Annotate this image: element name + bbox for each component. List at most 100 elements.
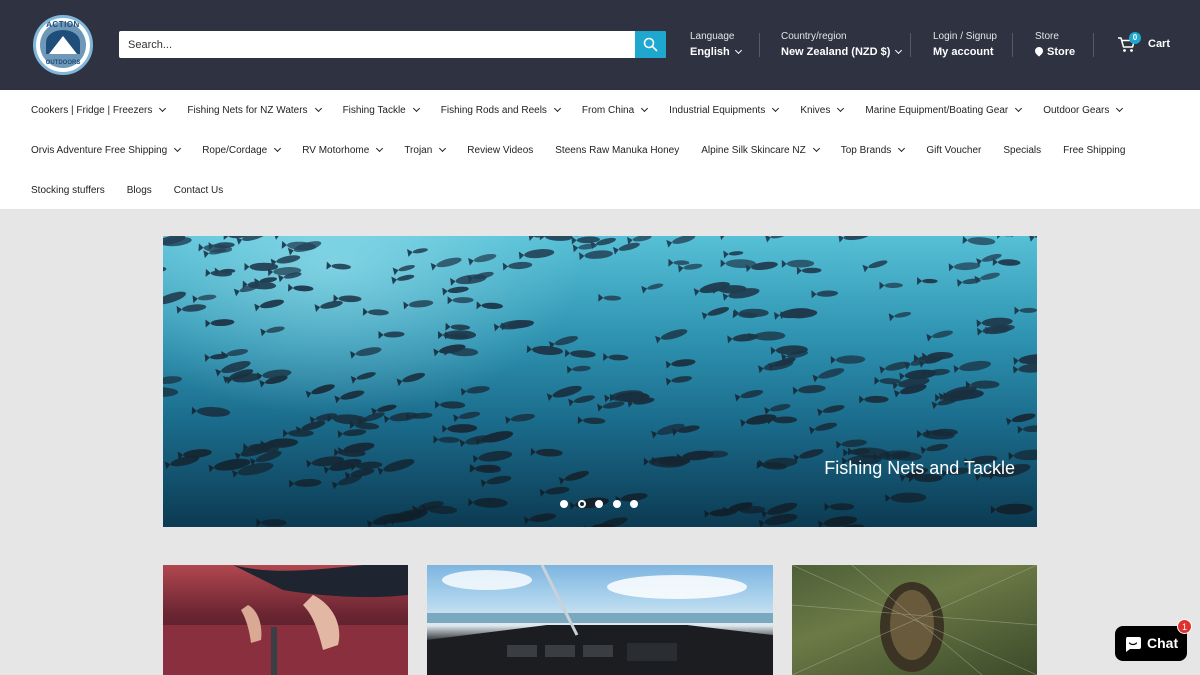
header-divider	[759, 33, 760, 57]
nav-item[interactable]: Fishing Rods and Reels	[440, 104, 561, 116]
nav-item[interactable]: Top Brands	[840, 144, 906, 156]
cart-label: Cart	[1148, 38, 1171, 50]
cart-count-badge: 0	[1129, 32, 1141, 44]
store-link[interactable]: Store Store	[1033, 30, 1076, 60]
nav-item-label: Fishing Tackle	[342, 104, 406, 116]
chevron-down-icon	[174, 144, 182, 152]
nav-item-label: Rope/Cordage	[202, 144, 268, 156]
chevron-down-icon	[274, 144, 282, 152]
nav-item-label: Marine Equipment/Boating Gear	[865, 104, 1009, 116]
nav-item[interactable]: Industrial Equipments	[669, 104, 780, 116]
nav-item-label: Cookers | Fridge | Freezers	[31, 104, 153, 116]
search-bar	[119, 31, 666, 58]
nav-item[interactable]: Alpine Silk Skincare NZ	[701, 144, 820, 156]
header-divider	[910, 33, 911, 57]
account-value: My account	[933, 46, 994, 58]
header-divider	[1093, 33, 1094, 57]
chat-button[interactable]: Chat 1	[1115, 619, 1192, 661]
language-value: English	[690, 46, 730, 58]
chevron-down-icon	[812, 144, 820, 152]
slider-dot[interactable]	[595, 500, 603, 508]
hero-slider[interactable]: Fishing Nets and Tackle	[163, 236, 1037, 527]
logo-bottom-text: OUTDOORS	[45, 60, 81, 66]
language-selector[interactable]: Language English	[690, 30, 742, 60]
nav-item[interactable]: Knives	[800, 104, 845, 116]
nav-item[interactable]: Fishing Nets for NZ Waters	[187, 104, 322, 116]
nav-row: Stocking stuffers Blogs Contact Us	[31, 180, 245, 200]
nav-item-label: Knives	[800, 104, 831, 116]
nav-item-label: Fishing Rods and Reels	[440, 104, 547, 116]
nav-item[interactable]: Blogs	[127, 185, 152, 196]
nav-item[interactable]: Review Videos	[467, 145, 533, 156]
chevron-down-icon	[898, 144, 906, 152]
logo-top-text: ACTION	[46, 20, 80, 29]
chat-bubble-icon	[1125, 637, 1141, 652]
collection-tile-knives[interactable]	[163, 565, 408, 675]
country-selector[interactable]: Country/region New Zealand (NZD $)	[781, 30, 903, 60]
nav-item-label: Orvis Adventure Free Shipping	[31, 144, 168, 156]
location-pin-icon	[1033, 45, 1045, 57]
chevron-down-icon	[376, 144, 384, 152]
slider-dot[interactable]	[612, 500, 621, 508]
nav-item[interactable]: Outdoor Gears	[1043, 104, 1124, 116]
nav-item[interactable]: Orvis Adventure Free Shipping	[31, 144, 182, 156]
nav-item-label: Blogs	[126, 184, 152, 196]
nav-item-label: Industrial Equipments	[669, 104, 766, 116]
nav-row: Cookers | Fridge | Freezers Fishing Nets …	[31, 100, 1144, 120]
slider-dot[interactable]	[630, 500, 638, 508]
slider-dot[interactable]	[577, 500, 586, 508]
action-outdoors-logo[interactable]: ACTION OUTDOORS	[33, 15, 93, 75]
nav-row: Orvis Adventure Free Shipping Rope/Cordag…	[31, 140, 1147, 160]
nav-item[interactable]: Gift Voucher	[926, 145, 981, 156]
country-value: New Zealand (NZD $)	[781, 46, 891, 58]
chevron-down-icon	[159, 104, 167, 112]
nav-item[interactable]: Marine Equipment/Boating Gear	[865, 104, 1023, 116]
account-label: Login / Signup	[933, 31, 997, 42]
nav-item-label: Top Brands	[840, 144, 892, 156]
chevron-down-icon	[553, 104, 561, 112]
nav-item-label: Stocking stuffers	[31, 184, 105, 196]
nav-item-label: Outdoor Gears	[1043, 104, 1110, 116]
nav-item[interactable]: RV Motorhome	[302, 144, 384, 156]
search-input[interactable]	[119, 31, 635, 58]
site-header: ACTION OUTDOORS Language English Country…	[0, 0, 1200, 90]
chevron-down-icon	[772, 104, 780, 112]
chevron-down-icon	[412, 104, 420, 112]
nav-item[interactable]: Rope/Cordage	[202, 144, 282, 156]
tile-boat-dashboard-image	[427, 565, 773, 675]
nav-item[interactable]: Free Shipping	[1063, 145, 1125, 156]
nav-item[interactable]: Contact Us	[174, 185, 223, 196]
nav-item[interactable]: From China	[582, 104, 649, 116]
nav-item-label: RV Motorhome	[302, 144, 370, 156]
chevron-down-icon	[641, 104, 649, 112]
nav-item[interactable]: Stocking stuffers	[31, 185, 105, 196]
nav-item-label: Contact Us	[173, 184, 224, 196]
chevron-down-icon	[734, 46, 742, 55]
account-link[interactable]: Login / Signup My account	[933, 30, 997, 60]
country-label: Country/region	[781, 31, 847, 42]
fish-school-image	[163, 236, 1037, 527]
chat-label: Chat	[1147, 635, 1179, 651]
nav-item-label: Alpine Silk Skincare NZ	[701, 144, 806, 156]
nav-item[interactable]: Trojan	[404, 144, 447, 156]
header-divider	[1012, 33, 1013, 57]
chevron-down-icon	[895, 46, 903, 55]
nav-item-label: Fishing Nets for NZ Waters	[187, 104, 308, 116]
slider-dot[interactable]	[560, 500, 568, 508]
nav-item[interactable]: Cookers | Fridge | Freezers	[31, 104, 167, 116]
chat-notification-badge: 1	[1177, 619, 1192, 634]
nav-item-label: Steens Raw Manuka Honey	[555, 144, 680, 156]
nav-item[interactable]: Fishing Tackle	[342, 104, 420, 116]
chevron-down-icon	[1015, 104, 1023, 112]
collection-tile-marine[interactable]	[427, 565, 773, 675]
search-icon	[643, 37, 658, 52]
main-navigation: Cookers | Fridge | Freezers Fishing Nets …	[0, 90, 1200, 210]
search-button[interactable]	[635, 31, 666, 58]
store-value: Store	[1047, 46, 1076, 58]
nav-item[interactable]: Specials	[1003, 145, 1041, 156]
nav-item[interactable]: Steens Raw Manuka Honey	[555, 145, 679, 156]
language-label: Language	[690, 31, 735, 42]
tile-fish-in-net-image	[792, 565, 1037, 675]
collection-tile-nets[interactable]	[792, 565, 1037, 675]
hero-title: Fishing Nets and Tackle	[824, 458, 1015, 478]
